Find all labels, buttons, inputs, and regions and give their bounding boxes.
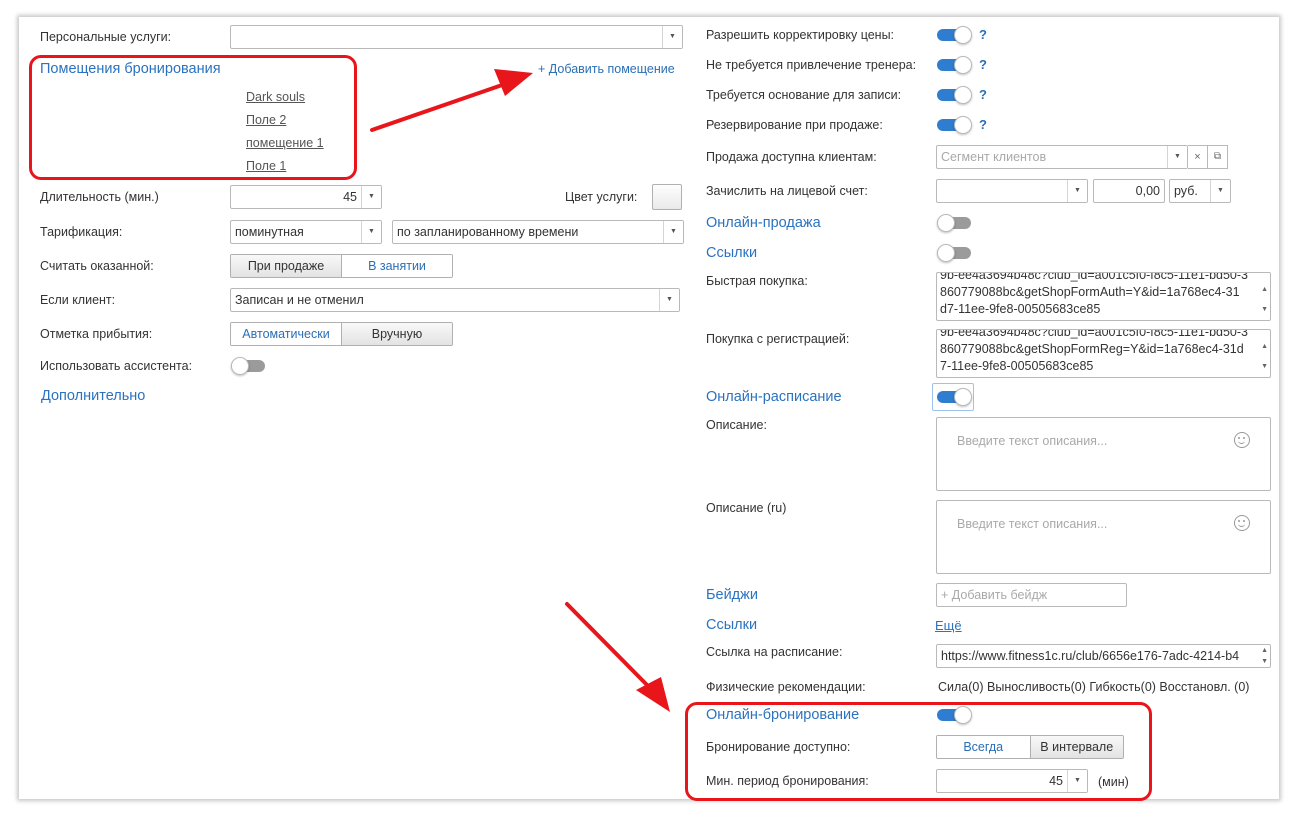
arrow-down-right-icon	[565, 602, 670, 712]
arrow-up-right-icon	[370, 69, 533, 132]
annotation-arrows	[370, 69, 670, 712]
